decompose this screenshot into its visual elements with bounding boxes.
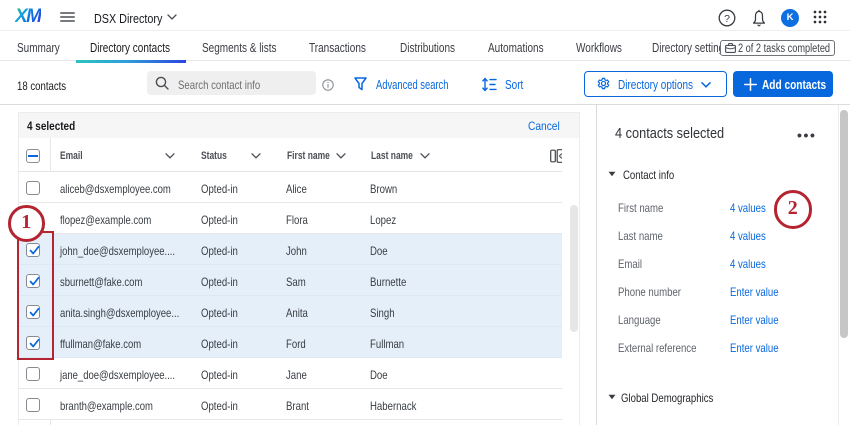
- svg-text:?: ?: [724, 13, 730, 25]
